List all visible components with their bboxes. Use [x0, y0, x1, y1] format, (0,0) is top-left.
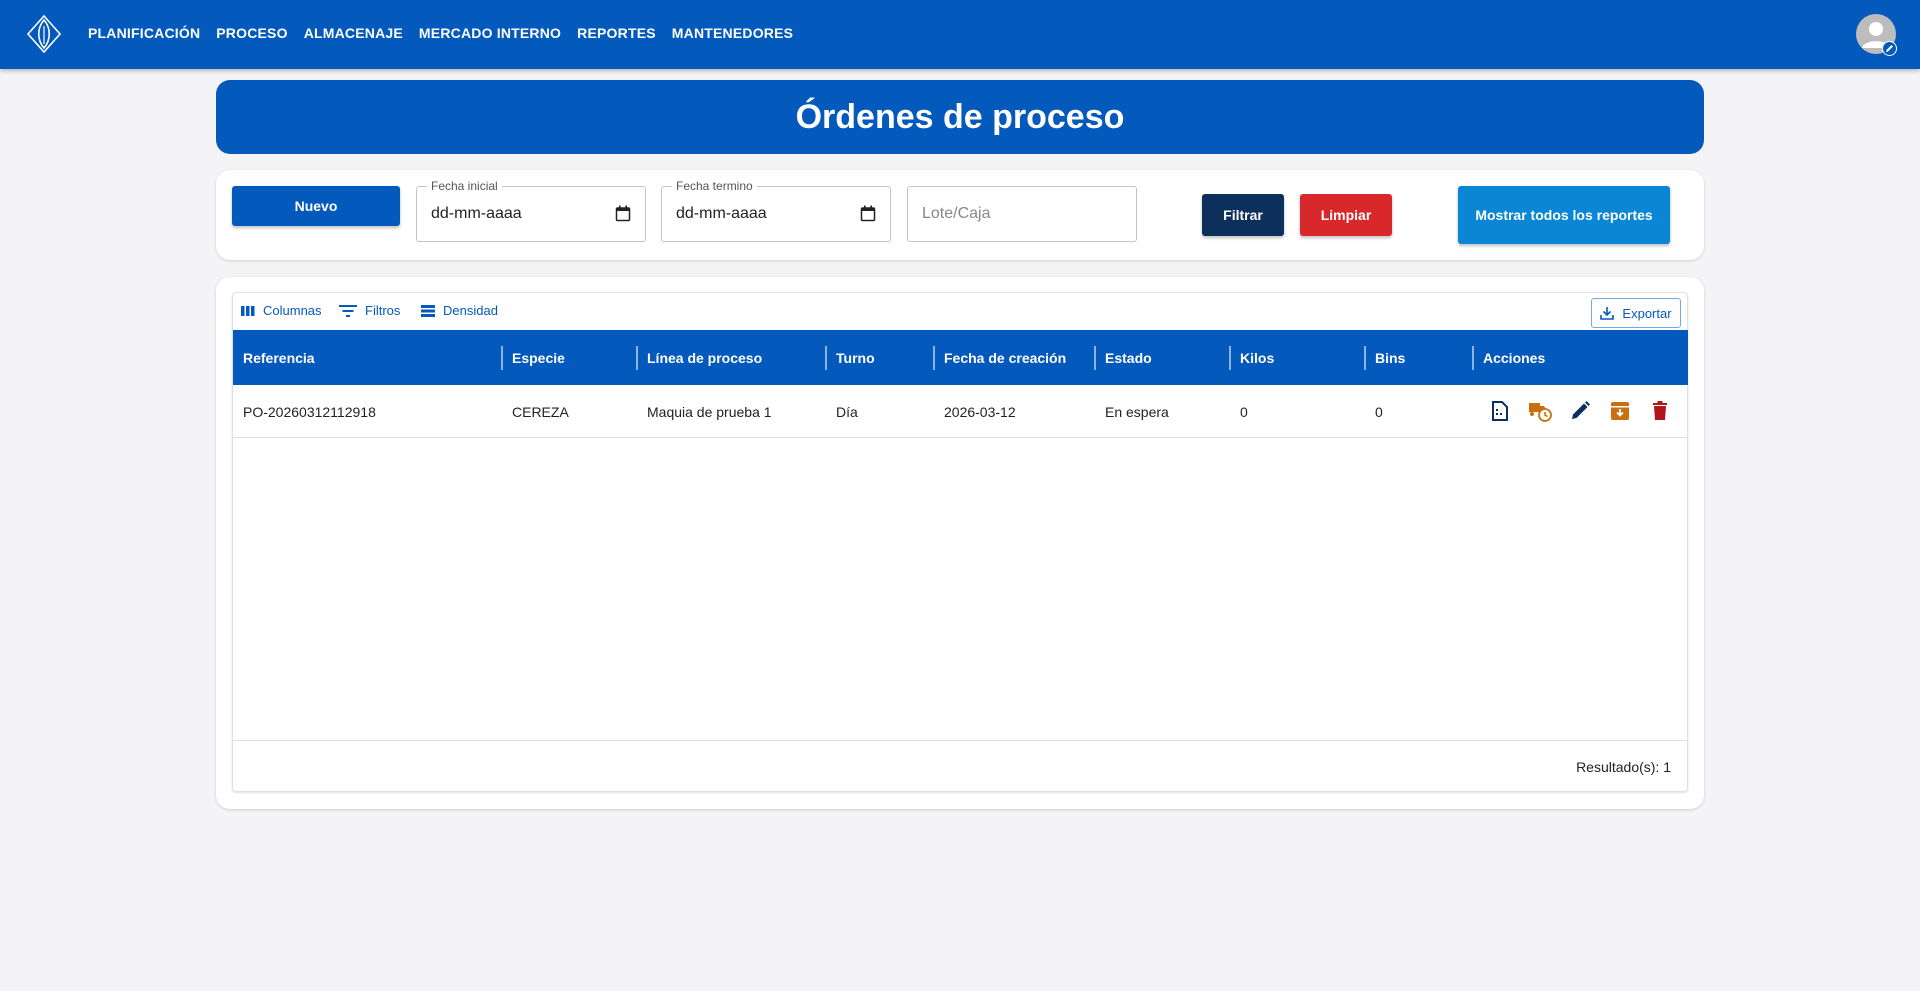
calendar-icon[interactable]	[615, 205, 631, 222]
delete-button[interactable]	[1648, 399, 1672, 423]
edit-button[interactable]	[1568, 399, 1592, 423]
end-date-label: Fecha termino	[672, 179, 757, 193]
columns-label: Columnas	[263, 303, 322, 318]
truck-clock-icon	[1529, 403, 1552, 422]
grid-footer: Resultado(s): 1	[233, 740, 1687, 793]
grid-toolbar: Columnas Filtros Densidad Exportar	[233, 293, 1687, 330]
table-header: Referencia Especie Línea de proceso Turn…	[233, 330, 1688, 385]
lote-caja-input[interactable]: Lote/Caja	[907, 186, 1137, 242]
cell-kilos: 0	[1240, 403, 1248, 420]
filters-label: Filtros	[365, 303, 401, 318]
filter-lines-icon	[339, 304, 357, 317]
nav-item-planificacion[interactable]: PLANIFICACIÓN	[88, 25, 200, 41]
new-order-button[interactable]: Nuevo	[232, 186, 400, 226]
row-actions	[1488, 399, 1672, 423]
lote-caja-placeholder: Lote/Caja	[922, 205, 991, 222]
export-button[interactable]: Exportar	[1591, 298, 1681, 328]
column-header-estado[interactable]: Estado	[1095, 330, 1152, 385]
trash-icon	[1653, 401, 1667, 420]
nav-item-reportes[interactable]: REPORTES	[577, 25, 656, 41]
page-title: Órdenes de proceso	[795, 97, 1125, 136]
cell-referencia: PO-20260312112918	[243, 403, 376, 420]
cell-fecha-de-creacion: 2026-03-12	[944, 403, 1016, 420]
calendar-icon[interactable]	[860, 205, 876, 222]
show-all-reports-button[interactable]: Mostrar todos los reportes	[1458, 186, 1670, 244]
table-row[interactable]: PO-20260312112918 CEREZA Maquia de prueb…	[233, 385, 1688, 438]
end-date-value: dd-mm-aaaa	[676, 205, 767, 222]
filter-button[interactable]: Filtrar	[1202, 194, 1284, 236]
cell-estado: En espera	[1105, 403, 1169, 420]
column-header-kilos[interactable]: Kilos	[1230, 330, 1274, 385]
cell-linea-de-proceso: Maquia de prueba 1	[647, 403, 772, 420]
column-header-linea-de-proceso[interactable]: Línea de proceso	[637, 330, 762, 385]
columns-icon	[241, 305, 255, 316]
column-header-especie[interactable]: Especie	[502, 330, 565, 385]
nav-item-mercado-interno[interactable]: MERCADO INTERNO	[419, 25, 561, 41]
leaf-logo-icon[interactable]	[25, 14, 63, 54]
document-icon	[1492, 401, 1508, 421]
result-count: Resultado(s): 1	[1576, 759, 1671, 775]
download-icon	[1600, 307, 1615, 320]
column-header-acciones: Acciones	[1483, 349, 1546, 366]
density-icon	[421, 304, 435, 317]
top-navbar: PLANIFICACIÓN PROCESO ALMACENAJE MERCADO…	[0, 0, 1920, 69]
start-date-label: Fecha inicial	[427, 179, 502, 193]
page-title-banner: Órdenes de proceso	[216, 80, 1704, 154]
nav-item-mantenedores[interactable]: MANTENEDORES	[672, 25, 793, 41]
export-label: Exportar	[1622, 305, 1672, 321]
pencil-icon	[1572, 401, 1590, 419]
pencil-icon	[1886, 45, 1893, 52]
column-header-fecha-de-creacion[interactable]: Fecha de creación	[934, 330, 1066, 385]
archive-button[interactable]	[1608, 399, 1632, 423]
filter-panel: Nuevo Fecha inicial dd-mm-aaaa Fecha ter…	[216, 170, 1704, 260]
column-header-referencia[interactable]: Referencia	[233, 330, 315, 385]
nav-item-almacenaje[interactable]: ALMACENAJE	[304, 25, 403, 41]
orders-data-grid: Columnas Filtros Densidad Exportar Refer…	[232, 292, 1688, 792]
density-button[interactable]: Densidad	[421, 303, 498, 318]
end-date-field[interactable]: Fecha termino dd-mm-aaaa	[661, 179, 891, 242]
view-document-button[interactable]	[1488, 399, 1512, 423]
orders-grid-card: Columnas Filtros Densidad Exportar Refer…	[216, 277, 1704, 809]
columns-button[interactable]: Columnas	[241, 303, 322, 318]
cell-turno: Día	[836, 403, 858, 420]
start-date-field[interactable]: Fecha inicial dd-mm-aaaa	[416, 179, 646, 242]
column-header-bins[interactable]: Bins	[1365, 330, 1405, 385]
dispatch-schedule-button[interactable]	[1528, 399, 1552, 423]
column-header-turno[interactable]: Turno	[826, 330, 875, 385]
start-date-value: dd-mm-aaaa	[431, 205, 522, 222]
archive-icon	[1611, 402, 1629, 420]
filters-button[interactable]: Filtros	[339, 303, 400, 318]
clear-button[interactable]: Limpiar	[1300, 194, 1392, 236]
nav-item-proceso[interactable]: PROCESO	[216, 25, 287, 41]
cell-bins: 0	[1375, 403, 1383, 420]
cell-especie: CEREZA	[512, 403, 569, 420]
density-label: Densidad	[443, 303, 498, 318]
edit-profile-badge[interactable]	[1882, 41, 1897, 56]
main-nav: PLANIFICACIÓN PROCESO ALMACENAJE MERCADO…	[88, 0, 793, 66]
